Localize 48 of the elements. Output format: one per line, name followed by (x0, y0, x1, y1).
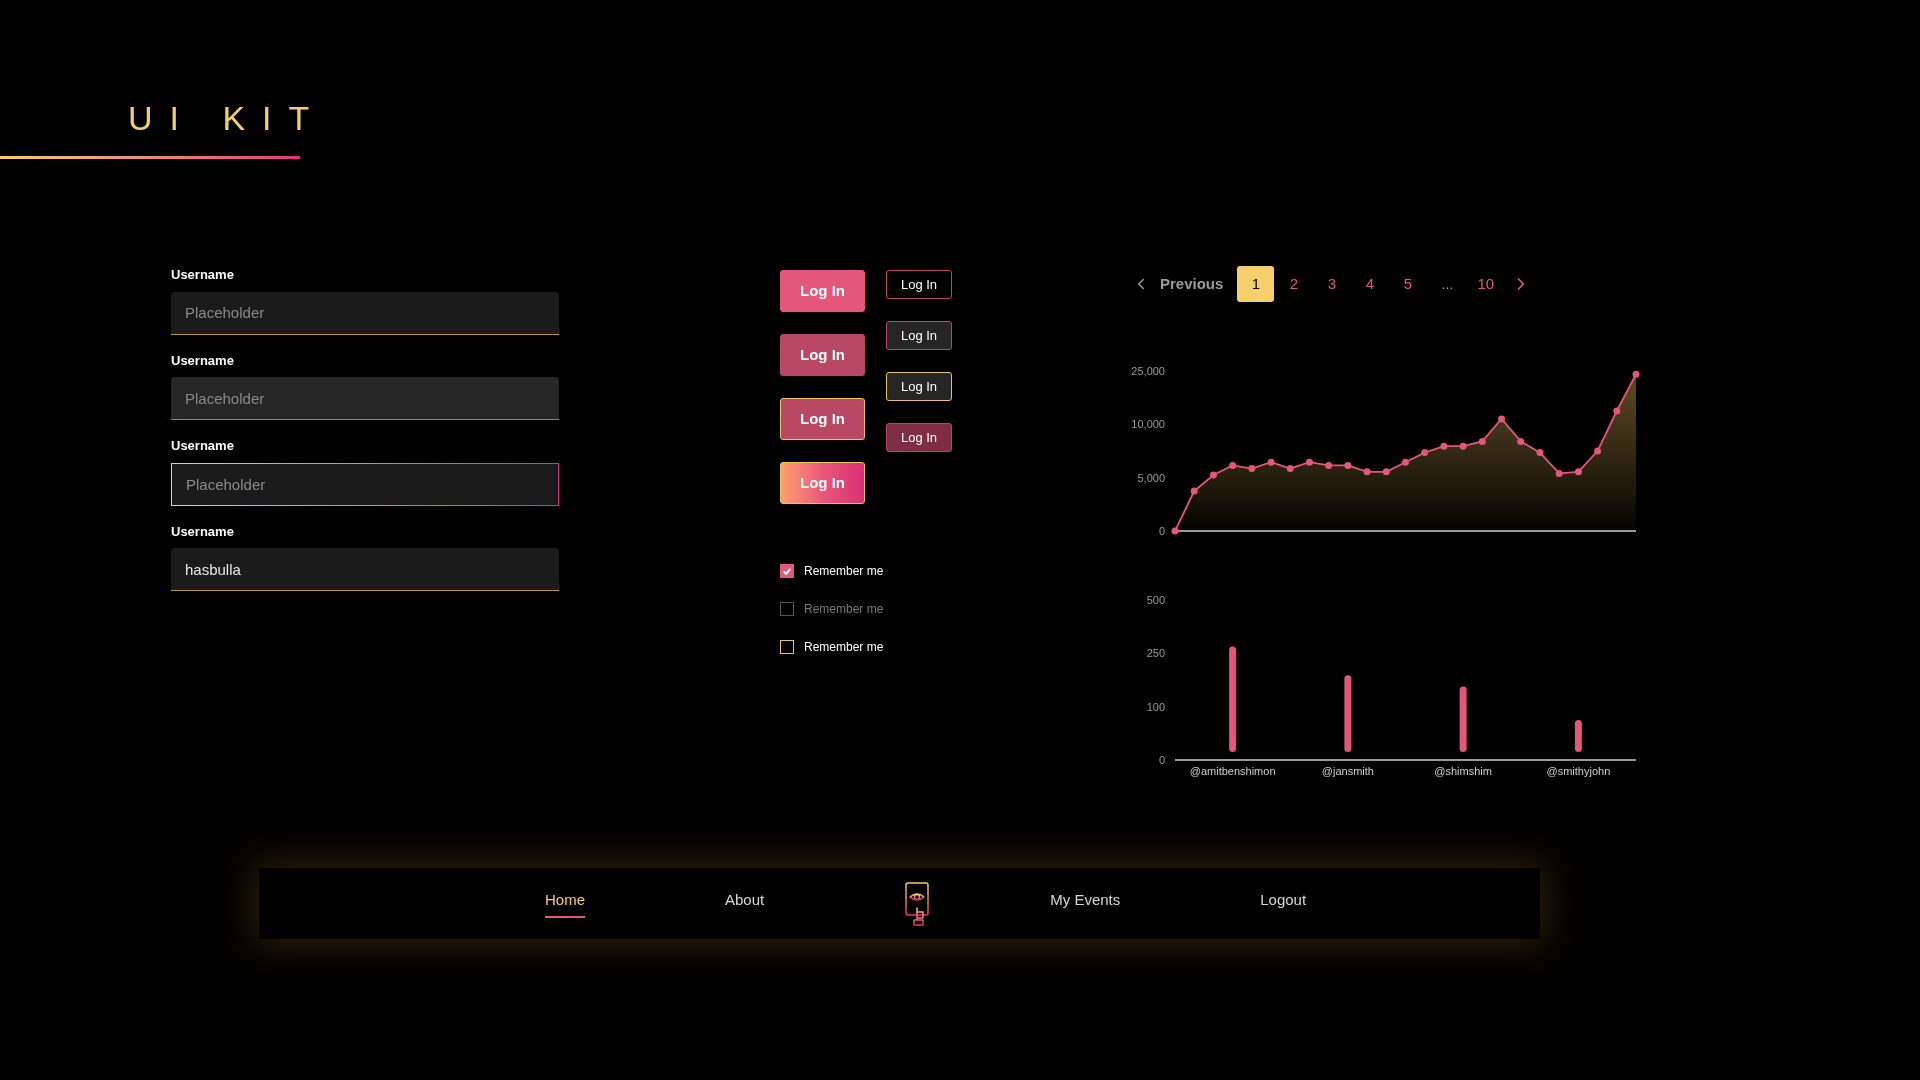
field-label: Username (171, 266, 235, 284)
login-button[interactable]: Log In (780, 462, 865, 504)
previous-link[interactable]: Previous (1160, 272, 1224, 296)
y-axis-label: 10,000 (1131, 418, 1165, 431)
field-label: Username (171, 351, 235, 370)
login-button[interactable]: Log In (780, 398, 865, 440)
y-axis-label: 25,000 (1131, 365, 1165, 377)
nav-link[interactable]: Home (545, 888, 585, 919)
bar (1459, 686, 1467, 752)
nav-link[interactable]: My Events (1050, 888, 1121, 919)
login-button[interactable]: Log In (780, 270, 865, 312)
y-axis-label: 500 (1146, 594, 1165, 606)
bar (1574, 720, 1582, 752)
page-button[interactable]: 1 (1237, 266, 1275, 302)
page-button[interactable]: 5 (1389, 266, 1427, 302)
input-field[interactable]: Placeholder (171, 291, 559, 335)
login-button[interactable]: Log In (886, 321, 952, 350)
page-button[interactable]: 10 (1467, 266, 1505, 302)
nav-link[interactable]: About (725, 888, 765, 919)
input-field[interactable]: hasbulla (171, 548, 559, 591)
login-button[interactable]: Log In (886, 372, 952, 401)
page-button[interactable]: 3 (1313, 266, 1351, 302)
x-axis-label: @amitbenshimon (1189, 765, 1276, 777)
x-axis-label: @smithyjohn (1546, 765, 1611, 777)
y-axis-label: 5,000 (1137, 471, 1165, 484)
page-button[interactable]: 2 (1275, 266, 1313, 302)
page-title: UI KIT (128, 98, 327, 138)
y-axis-label: 0 (1158, 754, 1165, 766)
field-label: Username (171, 522, 235, 541)
field-label: Username (171, 437, 235, 455)
nav-link[interactable]: Logout (1260, 888, 1307, 919)
y-axis-label: 100 (1146, 700, 1165, 713)
page-button[interactable]: 4 (1351, 266, 1389, 302)
checkbox[interactable] (780, 564, 794, 578)
login-button[interactable]: Log In (886, 423, 952, 452)
y-axis-label: 250 (1146, 647, 1165, 660)
checkbox-label: Remember me (804, 601, 884, 618)
y-axis-label: 0 (1158, 525, 1165, 537)
x-axis-label: @jansmith (1321, 765, 1374, 777)
checkbox-label: Remember me (804, 639, 884, 656)
input-field[interactable]: Placeholder (171, 377, 559, 420)
check-icon (783, 567, 791, 575)
login-button[interactable]: Log In (780, 334, 865, 376)
login-button[interactable]: Log In (886, 270, 952, 299)
checkbox-label: Remember me (804, 563, 884, 580)
pagination-ellipsis: ... (1440, 274, 1455, 294)
x-axis-label: @shimshim (1434, 765, 1492, 777)
phone-eye-icon[interactable] (904, 881, 931, 926)
